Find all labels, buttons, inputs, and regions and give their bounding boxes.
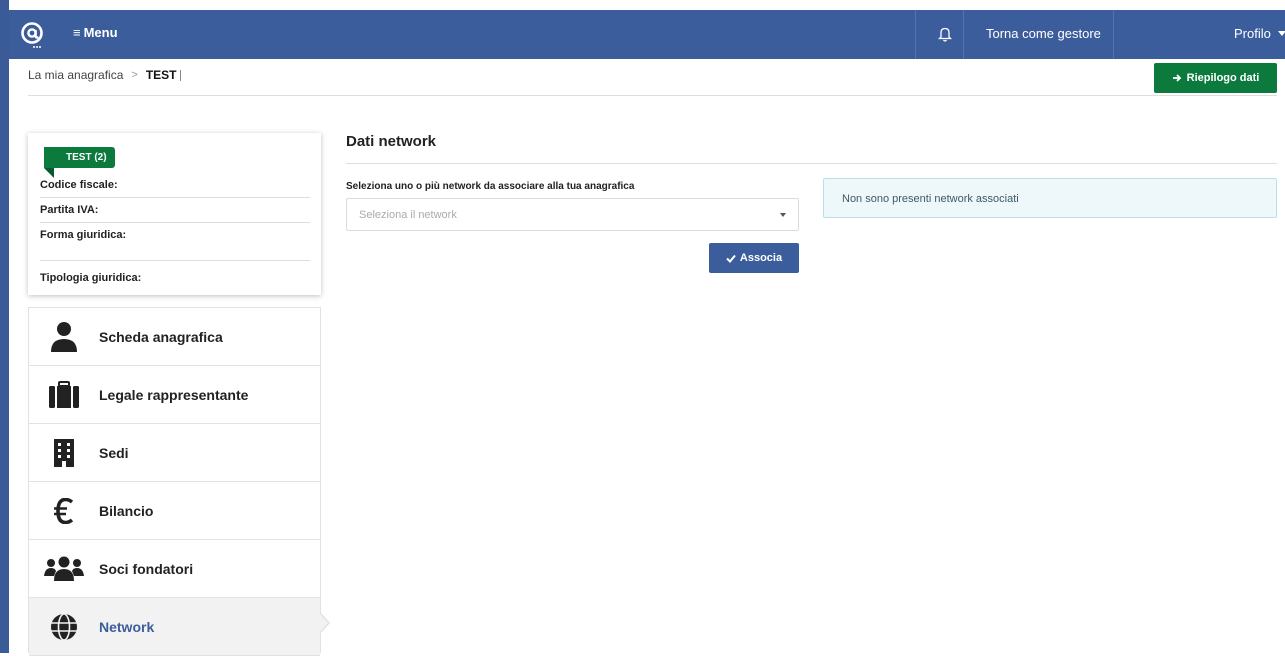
torna-gestore-link[interactable]: Torna come gestore <box>986 26 1101 41</box>
sidebar-item-label: Bilancio <box>99 502 154 519</box>
badge-fold <box>44 168 54 178</box>
check-icon <box>726 254 736 263</box>
network-select[interactable]: Seleziona il network <box>346 198 799 231</box>
profile-menu[interactable]: Profilo <box>1234 26 1271 41</box>
entity-summary-card: TEST (2) Codice fiscale: Partita IVA: Fo… <box>28 133 321 295</box>
chevron-down-icon <box>780 213 786 217</box>
breadcrumb-item-anagrafica[interactable]: La mia anagrafica <box>28 68 123 82</box>
top-navbar: ≡ Menu Torna come gestore Profilo <box>9 10 1285 59</box>
riepilogo-dati-button[interactable]: Riepilogo dati <box>1154 63 1277 93</box>
window-frame <box>0 0 9 653</box>
info-alert: Non sono presenti network associati <box>823 178 1277 218</box>
riepilogo-dati-label: Riepilogo dati <box>1186 72 1260 84</box>
tipologia-giuridica-label: Tipologia giuridica: <box>40 272 142 284</box>
sidebar-item-sedi[interactable]: Sedi <box>29 424 320 482</box>
sidebar-item-label: Soci fondatori <box>99 560 194 577</box>
title-divider <box>346 163 1277 164</box>
hamburger-icon: ≡ <box>73 25 81 40</box>
users-icon <box>44 556 84 581</box>
sidebar-item-label: Scheda anagrafica <box>99 328 223 345</box>
section-sidebar: Scheda anagrafica Legale rappresentante … <box>28 307 321 656</box>
navbar-divider <box>1113 10 1114 59</box>
building-icon <box>54 438 74 467</box>
row-divider <box>40 197 310 198</box>
page-title: Dati network <box>346 133 437 150</box>
alert-text: Non sono presenti network associati <box>842 193 1019 205</box>
codice-fiscale-label: Codice fiscale: <box>40 179 118 191</box>
sidebar-item-label: Sedi <box>99 444 129 461</box>
euro-icon <box>54 497 74 524</box>
at-sign-logo-icon[interactable] <box>18 20 46 50</box>
navbar-divider <box>963 10 964 59</box>
user-icon <box>51 321 77 352</box>
navbar-divider <box>915 10 916 59</box>
breadcrumb-separator: > <box>131 69 138 81</box>
sidebar-item-label: Network <box>99 618 155 635</box>
breadcrumb-item-current: TEST <box>145 68 177 82</box>
breadcrumb: La mia anagrafica > TEST <box>28 68 181 82</box>
row-divider <box>40 222 310 223</box>
menu-label: Menu <box>83 25 118 40</box>
chevron-down-icon[interactable] <box>1278 31 1285 36</box>
associa-label: Associa <box>739 252 783 264</box>
sidebar-item-soci-fondatori[interactable]: Soci fondatori <box>29 540 320 598</box>
globe-icon <box>51 612 77 641</box>
sidebar-item-scheda-anagrafica[interactable]: Scheda anagrafica <box>29 308 320 366</box>
sidebar-item-label: Legale rappresentante <box>99 386 249 403</box>
row-divider <box>40 260 310 261</box>
header-divider <box>28 95 1277 96</box>
sidebar-item-network[interactable]: Network <box>29 598 320 656</box>
entity-badge: TEST (2) <box>44 147 115 168</box>
menu-button[interactable]: ≡ Menu <box>73 25 118 40</box>
network-select-placeholder: Seleziona il network <box>359 209 457 221</box>
sidebar-item-bilancio[interactable]: Bilancio <box>29 482 320 540</box>
bell-icon[interactable] <box>938 25 952 43</box>
sidebar-item-legale-rappresentante[interactable]: Legale rappresentante <box>29 366 320 424</box>
partita-iva-label: Partita IVA: <box>40 204 99 216</box>
briefcase-icon <box>49 380 79 408</box>
associa-button[interactable]: Associa <box>709 243 799 273</box>
network-field-label: Seleziona uno o più network da associare… <box>346 181 635 192</box>
active-item-pointer-fill <box>320 614 328 632</box>
arrow-right-icon <box>1172 74 1181 82</box>
text-cursor <box>179 69 181 81</box>
forma-giuridica-label: Forma giuridica: <box>40 229 127 241</box>
